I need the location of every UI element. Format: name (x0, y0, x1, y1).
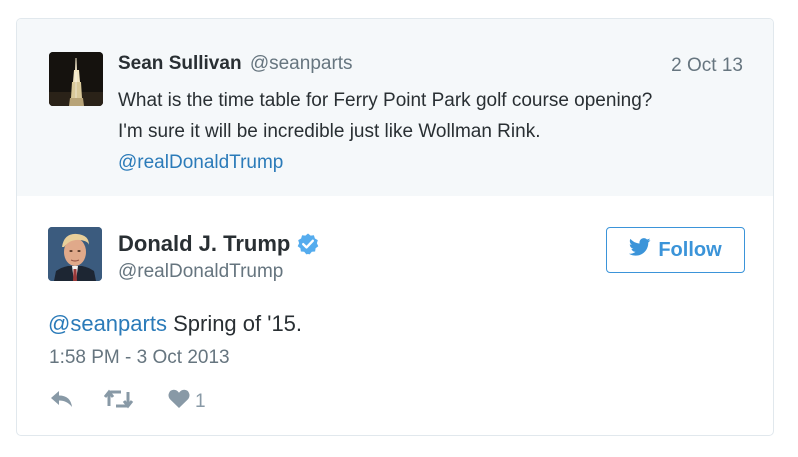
author-name[interactable]: Donald J. Trump (118, 231, 290, 257)
parent-tweet-date[interactable]: 2 Oct 13 (671, 55, 743, 77)
tweet-actions: 1 (49, 388, 206, 416)
follow-button-label: Follow (658, 238, 722, 261)
like-count: 1 (195, 391, 206, 412)
verified-badge-icon (296, 232, 320, 256)
author-handle[interactable]: @realDonaldTrump (118, 261, 283, 283)
reply-icon (49, 389, 75, 415)
retweet-icon (103, 388, 134, 416)
like-button[interactable]: 1 (168, 389, 206, 415)
author-avatar[interactable] (48, 227, 102, 281)
heart-icon (168, 389, 190, 415)
tweet-timestamp[interactable]: 1:58 PM - 3 Oct 2013 (49, 347, 230, 369)
twitter-bird-icon (629, 238, 651, 262)
reply-button[interactable] (49, 389, 75, 415)
parent-author-avatar[interactable] (49, 52, 103, 106)
tweet-mention-link[interactable]: @seanparts (48, 311, 167, 336)
parent-tweet-text-line1: What is the time table for Ferry Point P… (118, 90, 653, 111)
author-name-row: Donald J. Trump (118, 231, 320, 257)
tweet-body: Spring of '15. (173, 311, 303, 336)
parent-tweet[interactable]: Sean Sullivan @seanparts 2 Oct 13 What i… (17, 19, 773, 196)
follow-button[interactable]: Follow (606, 227, 745, 273)
retweet-button[interactable] (103, 388, 134, 416)
parent-author-handle[interactable]: @seanparts (250, 53, 353, 74)
parent-tweet-text: What is the time table for Ferry Point P… (118, 85, 758, 178)
parent-author-name[interactable]: Sean Sullivan (118, 53, 242, 74)
parent-author-row: Sean Sullivan @seanparts (118, 53, 353, 75)
parent-tweet-text-line2: I'm sure it will be incredible just like… (118, 121, 541, 142)
tweet-text: @seanparts Spring of '15. (48, 311, 302, 337)
embedded-tweet-card: Sean Sullivan @seanparts 2 Oct 13 What i… (16, 18, 774, 436)
parent-tweet-mention-link[interactable]: @realDonaldTrump (118, 152, 283, 173)
